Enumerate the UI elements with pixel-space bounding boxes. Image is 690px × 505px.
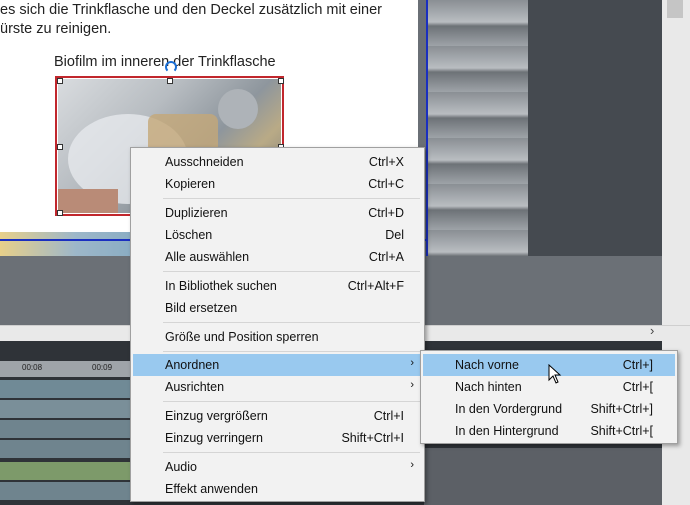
menu-item-shortcut: Ctrl+X — [368, 155, 404, 169]
menu-separator — [163, 351, 420, 352]
menu-item-label: Ausrichten — [165, 380, 225, 394]
mouse-cursor-icon — [548, 364, 562, 384]
menu-item-label: In den Hintergrund — [455, 424, 559, 438]
timeline-track[interactable] — [0, 420, 130, 438]
timeline-track[interactable] — [0, 440, 130, 458]
resize-handle-left[interactable] — [57, 144, 63, 150]
menu-item-anordnen[interactable]: Anordnen › — [133, 354, 422, 376]
timeline-tick: 00:08 — [22, 363, 43, 372]
submenu-item-hintergrund[interactable]: In den Hintergrund Shift+Ctrl+[ — [423, 420, 675, 442]
document-text-line2: ürste zu reinigen. — [0, 21, 112, 37]
menu-separator — [163, 198, 420, 199]
menu-separator — [163, 401, 420, 402]
menu-item-kopieren[interactable]: Kopieren Ctrl+C — [133, 173, 422, 195]
document-text-line1: es sich die Trinkflasche und den Deckel … — [0, 2, 383, 18]
menu-item-shortcut: Shift+Ctrl+[ — [590, 424, 653, 438]
menu-item-label: Einzug vergrößern — [165, 409, 268, 423]
menu-item-effekt-anwenden[interactable]: Effekt anwenden — [133, 478, 422, 500]
submenu-item-vordergrund[interactable]: In den Vordergrund Shift+Ctrl+] — [423, 398, 675, 420]
menu-item-shortcut: Ctrl+C — [368, 177, 404, 191]
menu-item-groesse-position-sperren[interactable]: Größe und Position sperren — [133, 326, 422, 348]
menu-item-shortcut: Ctrl+I — [373, 409, 404, 423]
menu-item-einzug-verringern[interactable]: Einzug verringern Shift+Ctrl+I — [133, 427, 422, 449]
menu-item-shortcut: Ctrl+] — [622, 358, 653, 372]
context-menu: Ausschneiden Ctrl+X Kopieren Ctrl+C Dupl… — [130, 147, 425, 502]
menu-item-einzug-vergroessern[interactable]: Einzug vergrößern Ctrl+I — [133, 405, 422, 427]
menu-item-shortcut: Ctrl+A — [368, 250, 404, 264]
menu-item-label: Nach vorne — [455, 358, 519, 372]
menu-item-bild-ersetzen[interactable]: Bild ersetzen — [133, 297, 422, 319]
menu-item-shortcut: Ctrl+D — [368, 206, 404, 220]
menu-item-shortcut: Ctrl+[ — [622, 380, 653, 394]
menu-item-audio[interactable]: Audio › — [133, 456, 422, 478]
menu-item-label: In Bibliothek suchen — [165, 279, 277, 293]
menu-item-shortcut: Del — [385, 228, 404, 242]
vertical-scrollbar[interactable] — [662, 0, 690, 325]
timeline-track[interactable] — [0, 462, 130, 480]
menu-item-label: Nach hinten — [455, 380, 522, 394]
menu-item-label: Effekt anwenden — [165, 482, 258, 496]
resize-handle-tl[interactable] — [57, 78, 63, 84]
timeline-track[interactable] — [0, 380, 130, 398]
menu-item-shortcut: Shift+Ctrl+] — [590, 402, 653, 416]
submenu-arrow-icon: › — [410, 357, 414, 369]
menu-item-label: Alle auswählen — [165, 250, 250, 264]
background-photo — [428, 0, 528, 256]
menu-item-shortcut: Shift+Ctrl+I — [341, 431, 404, 445]
menu-item-label: Anordnen — [165, 358, 220, 372]
menu-item-label: Einzug verringern — [165, 431, 263, 445]
timeline-tick: 00:09 — [92, 363, 113, 372]
menu-item-label: Bild ersetzen — [165, 301, 238, 315]
timeline-empty-area — [424, 448, 662, 505]
menu-item-label: In den Vordergrund — [455, 402, 563, 416]
timeline-track[interactable] — [0, 482, 130, 500]
menu-item-ausrichten[interactable]: Ausrichten › — [133, 376, 422, 398]
menu-item-shortcut: Ctrl+Alt+F — [347, 279, 404, 293]
menu-item-loeschen[interactable]: Löschen Del — [133, 224, 422, 246]
resize-handle-bl[interactable] — [57, 210, 63, 216]
menu-item-label: Löschen — [165, 228, 213, 242]
menu-item-label: Audio — [165, 460, 197, 474]
menu-item-label: Duplizieren — [165, 206, 228, 220]
menu-separator — [163, 322, 420, 323]
menu-item-label: Ausschneiden — [165, 155, 244, 169]
resize-handle-tr[interactable] — [278, 78, 284, 84]
menu-item-bibliothek-suchen[interactable]: In Bibliothek suchen Ctrl+Alt+F — [133, 275, 422, 297]
resize-handle-top[interactable] — [167, 78, 173, 84]
scroll-right-icon[interactable]: › — [650, 323, 654, 338]
menu-item-duplizieren[interactable]: Duplizieren Ctrl+D — [133, 202, 422, 224]
timeline-track[interactable] — [0, 400, 130, 418]
preview-background — [528, 0, 662, 256]
menu-item-ausschneiden[interactable]: Ausschneiden Ctrl+X — [133, 151, 422, 173]
menu-item-alle-auswaehlen[interactable]: Alle auswählen Ctrl+A — [133, 246, 422, 268]
timeline-ruler[interactable]: 00:08 00:09 — [0, 361, 130, 377]
menu-item-label: Größe und Position sperren — [165, 330, 319, 344]
menu-separator — [163, 271, 420, 272]
rotate-handle-icon[interactable] — [165, 61, 177, 73]
scrollbar-thumb[interactable] — [667, 0, 683, 18]
document-text: es sich die Trinkflasche und den Deckel … — [0, 1, 418, 39]
menu-separator — [163, 452, 420, 453]
menu-item-label: Kopieren — [165, 177, 216, 191]
submenu-arrow-icon: › — [410, 379, 414, 391]
submenu-arrow-icon: › — [410, 459, 414, 471]
